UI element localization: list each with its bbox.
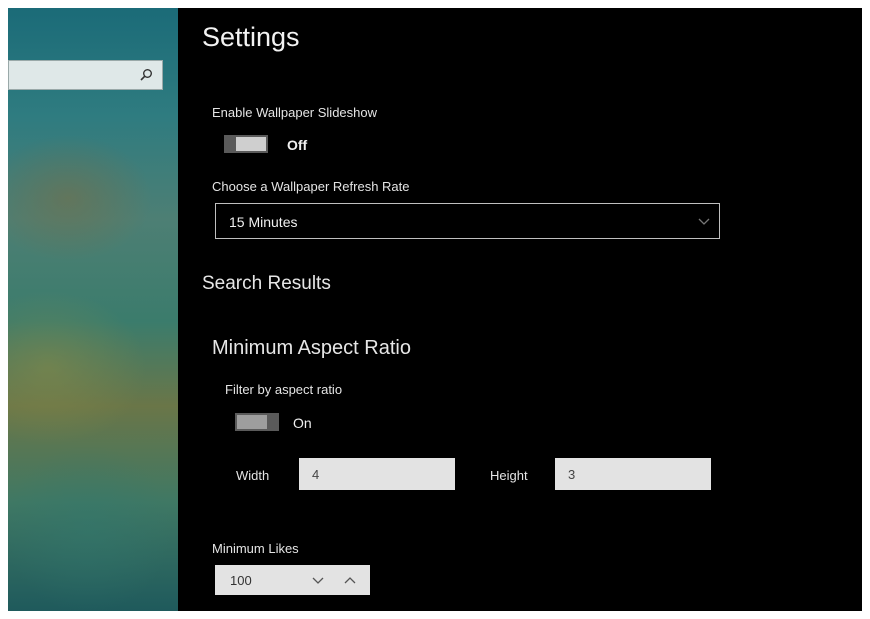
slideshow-state: Off — [287, 137, 308, 153]
height-input[interactable]: 3 — [555, 458, 711, 490]
width-label: Width — [236, 468, 270, 483]
width-value: 4 — [312, 467, 320, 482]
search-results-heading: Search Results — [202, 273, 331, 294]
app-window: Settings Enable Wallpaper Slideshow Off … — [8, 8, 862, 611]
search-input[interactable] — [8, 60, 163, 90]
toggle-thumb — [237, 415, 267, 429]
height-label: Height — [490, 468, 528, 483]
refresh-rate-label: Choose a Wallpaper Refresh Rate — [212, 179, 410, 194]
settings-pane: Settings Enable Wallpaper Slideshow Off … — [178, 8, 862, 611]
chevron-down-icon — [698, 218, 710, 225]
page-title: Settings — [202, 22, 300, 52]
aspect-ratio-heading: Minimum Aspect Ratio — [212, 337, 411, 359]
aspect-filter-toggle[interactable] — [235, 413, 279, 431]
minimum-likes-label: Minimum Likes — [212, 541, 299, 556]
refresh-rate-value: 15 Minutes — [229, 214, 298, 230]
height-value: 3 — [568, 467, 576, 482]
aspect-filter-label: Filter by aspect ratio — [225, 382, 343, 397]
refresh-rate-dropdown[interactable]: 15 Minutes — [215, 203, 720, 239]
sidebar-panel — [8, 8, 178, 611]
decrement-chevron-icon[interactable] — [310, 572, 326, 588]
search-icon[interactable] — [138, 67, 154, 83]
toggle-thumb — [236, 137, 266, 151]
minimum-likes-stepper[interactable]: 100 — [215, 565, 370, 595]
width-input[interactable]: 4 — [299, 458, 455, 490]
minimum-likes-value: 100 — [230, 573, 252, 588]
increment-chevron-icon[interactable] — [342, 572, 358, 588]
slideshow-label: Enable Wallpaper Slideshow — [212, 105, 378, 120]
slideshow-toggle[interactable] — [224, 135, 268, 153]
aspect-filter-state: On — [293, 415, 312, 431]
